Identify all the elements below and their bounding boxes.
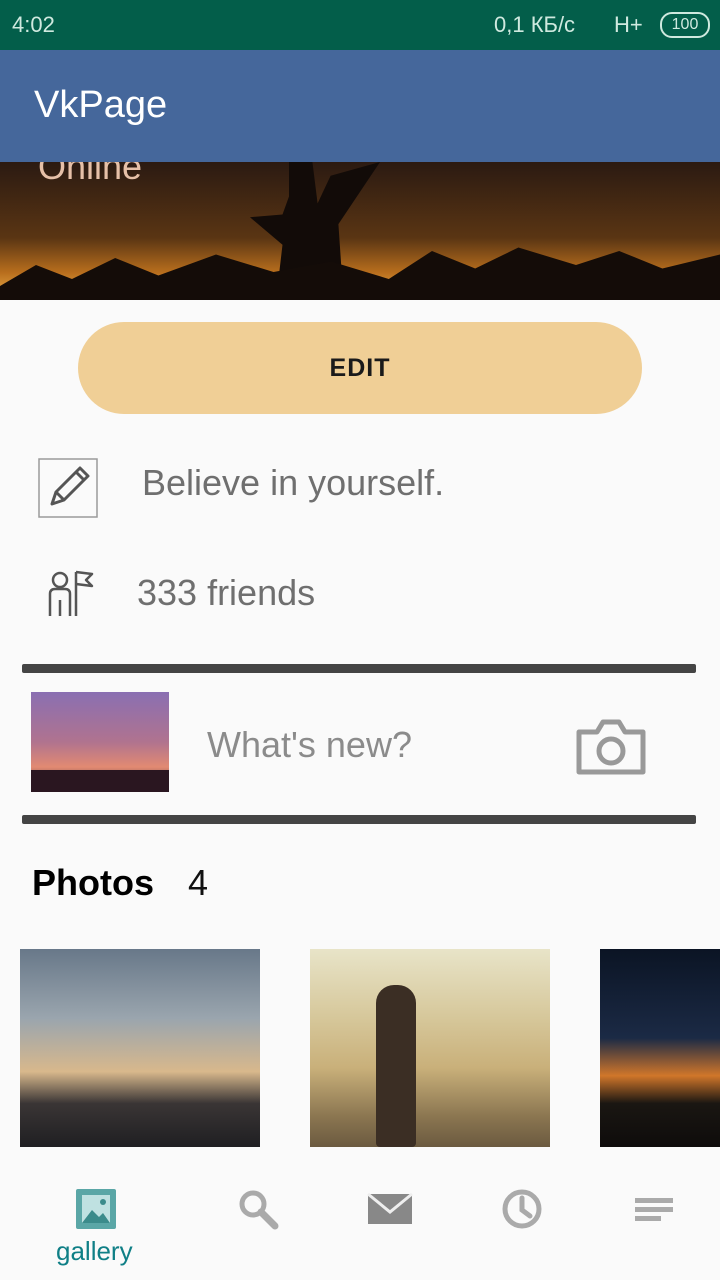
status-net-speed: 0,1 КБ/с [494,12,576,37]
friends-count-text[interactable]: 333 friends [137,572,315,614]
profile-cover-image: Online [0,162,720,300]
photo-thumbnail-1[interactable] [20,949,260,1147]
photo-thumbnail-3[interactable] [600,949,720,1147]
status-time: 4:02 [12,12,55,37]
nav-messages[interactable] [324,1170,456,1280]
photos-section-title[interactable]: Photos [32,862,154,904]
nav-search[interactable] [192,1170,324,1280]
gallery-icon [73,1186,119,1232]
status-bar: 4:02 0,1 КБ/с H+ 100 [0,0,720,50]
app-title: VkPage [34,84,168,126]
menu-icon [631,1186,677,1232]
photo-thumbnail-2[interactable] [310,949,550,1147]
camera-icon[interactable] [567,702,655,792]
nav-menu[interactable] [588,1170,720,1280]
cover-trees [0,247,720,300]
clock-icon [499,1186,545,1232]
status-network-type: H+ [614,12,643,37]
friends-icon[interactable] [38,562,98,622]
online-status-label: Online [38,162,143,187]
search-icon [235,1186,281,1232]
new-post-input[interactable]: What's new? [207,724,412,766]
profile-status-text[interactable]: Believe in yourself. [142,462,444,504]
avatar[interactable] [31,692,169,792]
photo-person [376,985,416,1147]
avatar-ground [31,770,169,792]
photos-count: 4 [188,862,209,903]
nav-gallery-label: gallery [56,1236,133,1266]
pencil-icon[interactable] [38,458,98,518]
divider-top [22,664,696,673]
mail-icon [367,1186,413,1232]
divider-bottom [22,815,696,824]
nav-history[interactable] [456,1170,588,1280]
battery-icon: 100 [660,12,710,38]
edit-profile-button[interactable]: EDIT [78,322,642,414]
